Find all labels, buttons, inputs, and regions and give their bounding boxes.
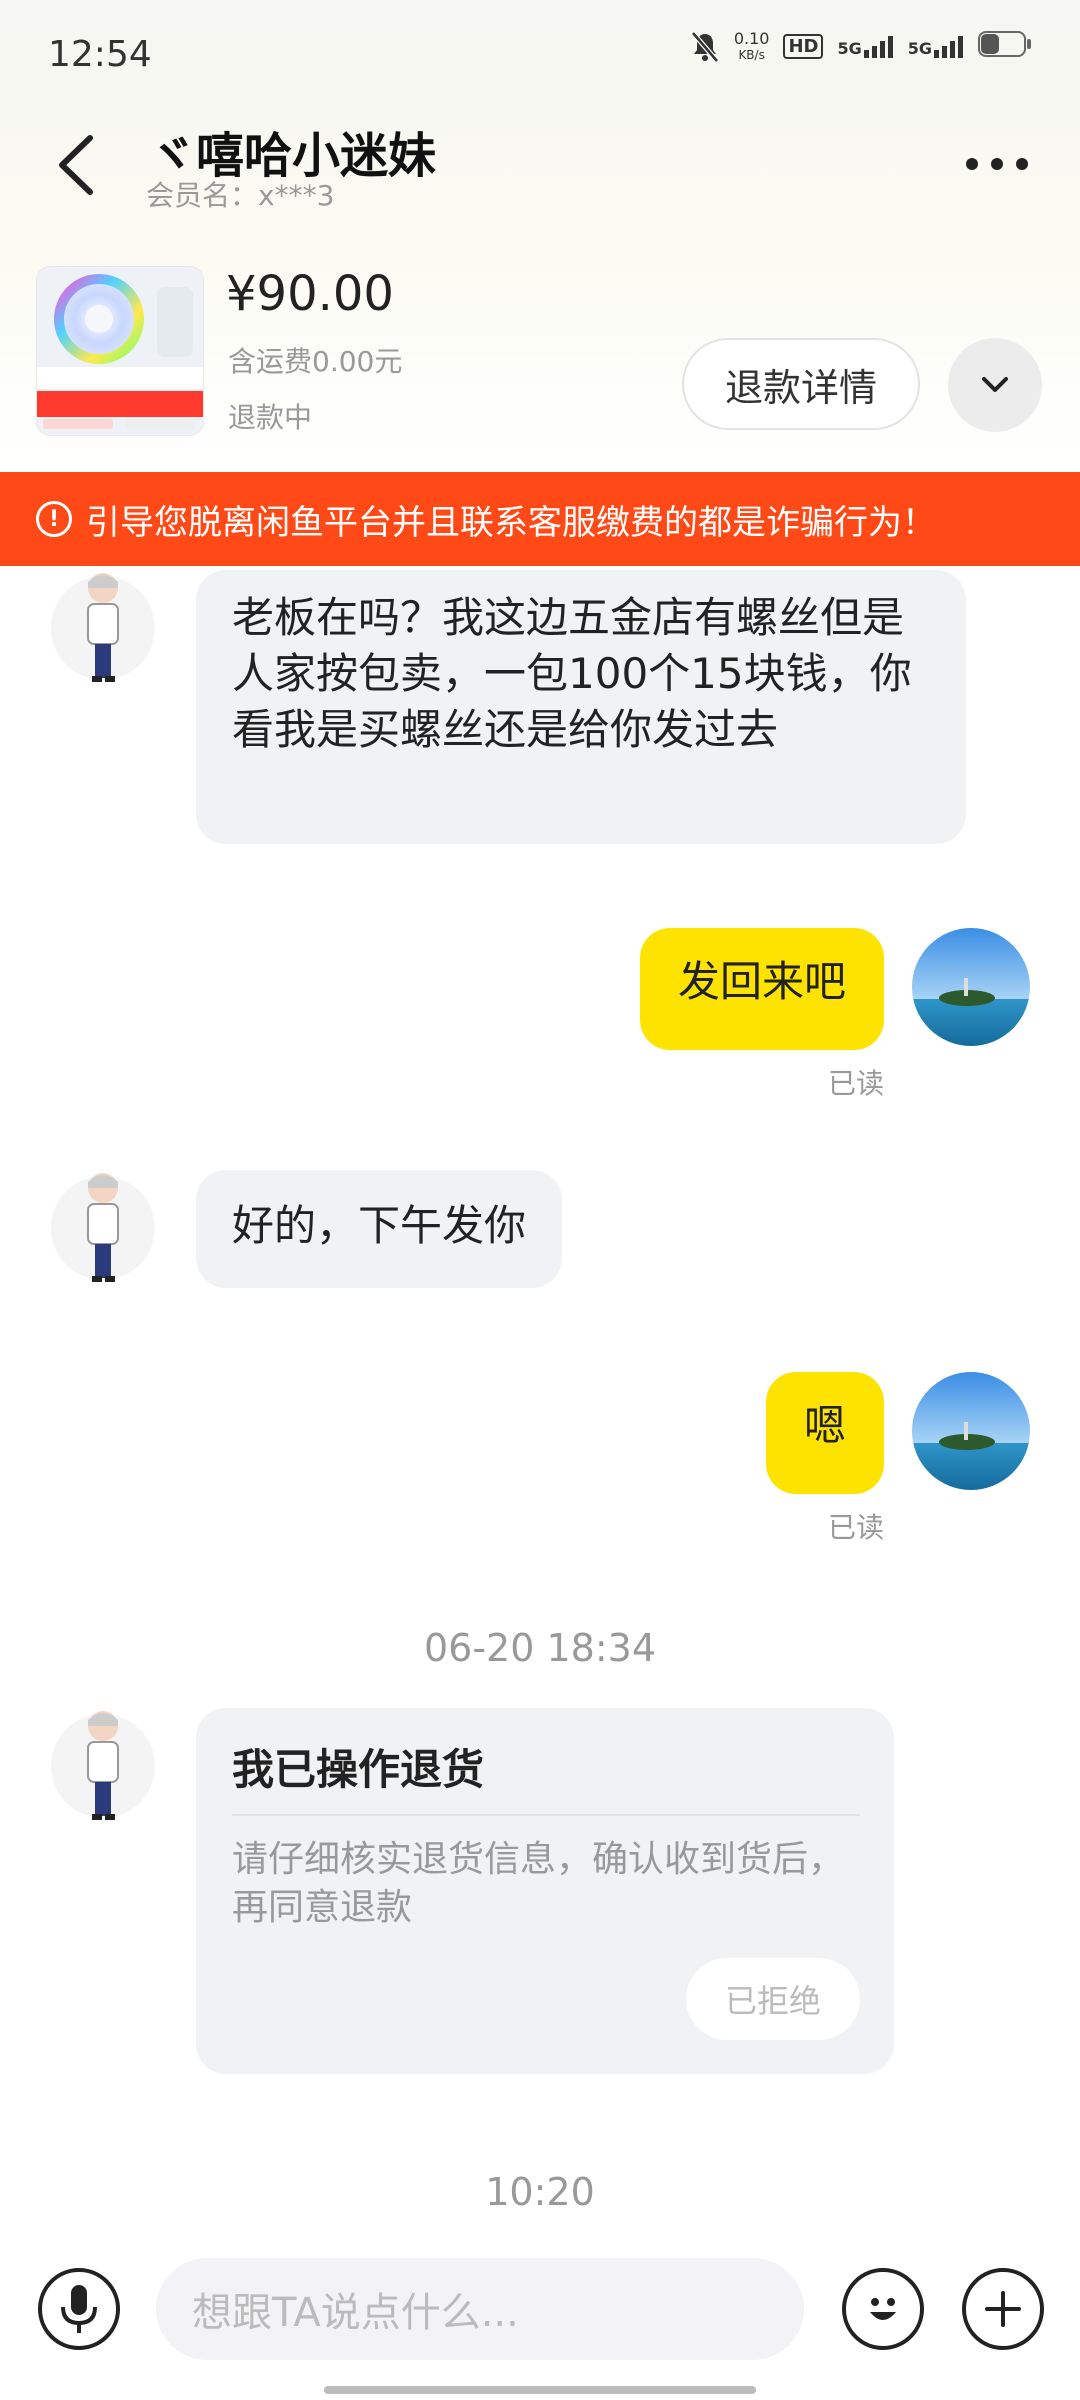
back-arrow-icon	[59, 135, 93, 195]
rejected-button[interactable]: 已拒绝	[686, 1958, 860, 2040]
emoji-button[interactable]	[842, 2268, 924, 2350]
avatar[interactable]	[48, 568, 158, 688]
status-time: 12:54	[48, 34, 152, 75]
back-button[interactable]	[54, 130, 102, 200]
signal-5g-2: 5G	[907, 35, 964, 58]
return-request-card[interactable]: 我已操作退货 请仔细核实退货信息，确认收到货后，再同意退款 已拒绝	[196, 1708, 894, 2074]
signal-label-1: 5G	[837, 38, 862, 58]
smiley-icon	[870, 2298, 896, 2320]
signal-5g-1: 5G	[837, 35, 893, 58]
product-thumbnail[interactable]	[36, 266, 204, 436]
fraud-warning-text: 引导您脱离闲鱼平台并且联系客服缴费的都是诈骗行为！	[86, 502, 936, 543]
net-speed-unit: KB/s	[738, 47, 765, 62]
timestamp: 06-20 18:34	[423, 1626, 656, 1670]
message-bubble-received[interactable]: 好的，下午发你	[196, 1170, 563, 1288]
doctor-avatar-icon	[51, 1173, 155, 1282]
plus-icon	[985, 2291, 1021, 2327]
net-speed-value: 0.10	[733, 28, 770, 48]
more-button[interactable]	[962, 144, 1032, 184]
avatar[interactable]	[48, 1706, 158, 1826]
hd-badge: HD	[783, 34, 824, 59]
read-status: 已读	[827, 1067, 884, 1100]
net-speed: 0.10 KB/s	[733, 28, 770, 63]
timestamp: 10:20	[485, 2170, 595, 2214]
return-card-title: 我已操作退货	[232, 1745, 485, 1794]
doctor-avatar-icon	[51, 1711, 155, 1820]
signal-label-2: 5G	[907, 38, 932, 58]
microphone-icon	[61, 2285, 97, 2333]
shipping-fee: 含运费0.00元	[228, 345, 403, 378]
fraud-warning-banner: ! 引导您脱离闲鱼平台并且联系客服缴费的都是诈骗行为！	[0, 472, 1080, 566]
product-image	[37, 267, 203, 435]
divider	[232, 1814, 860, 1816]
home-indicator[interactable]	[324, 2386, 756, 2394]
avatar[interactable]	[48, 1168, 158, 1288]
battery-icon	[978, 30, 1032, 63]
more-dots-icon	[966, 158, 1028, 170]
message-input[interactable]: 想跟TA说点什么...	[156, 2258, 804, 2360]
expand-button[interactable]	[948, 338, 1042, 432]
mute-icon	[690, 30, 720, 63]
more-actions-button[interactable]	[962, 2268, 1044, 2350]
message-bubble-sent[interactable]: 嗯	[765, 1372, 884, 1494]
return-card-description: 请仔细核实退货信息，确认收到货后，再同意退款	[232, 1839, 845, 1928]
warning-icon: !	[36, 501, 72, 537]
voice-button[interactable]	[38, 2268, 120, 2350]
status-icons: 0.10 KB/s HD 5G 5G	[690, 30, 1032, 63]
chevron-down-icon	[982, 377, 1008, 392]
member-name: 会员名：x***3	[146, 179, 335, 212]
island-avatar-icon	[912, 928, 1030, 1046]
order-status: 退款中	[228, 401, 313, 434]
doctor-avatar-icon	[51, 573, 155, 682]
product-price: ¥90.00	[226, 266, 394, 322]
read-status: 已读	[827, 1511, 884, 1544]
island-avatar-icon	[912, 1372, 1030, 1490]
my-avatar[interactable]	[912, 1372, 1030, 1490]
message-bubble-received[interactable]: 老板在吗？我这边五金店有螺丝但是人家按包卖，一包100个15块钱，你看我是买螺丝…	[196, 570, 966, 844]
refund-details-button[interactable]: 退款详情	[682, 338, 920, 430]
message-bubble-sent[interactable]: 发回来吧	[639, 928, 884, 1050]
my-avatar[interactable]	[912, 928, 1030, 1046]
